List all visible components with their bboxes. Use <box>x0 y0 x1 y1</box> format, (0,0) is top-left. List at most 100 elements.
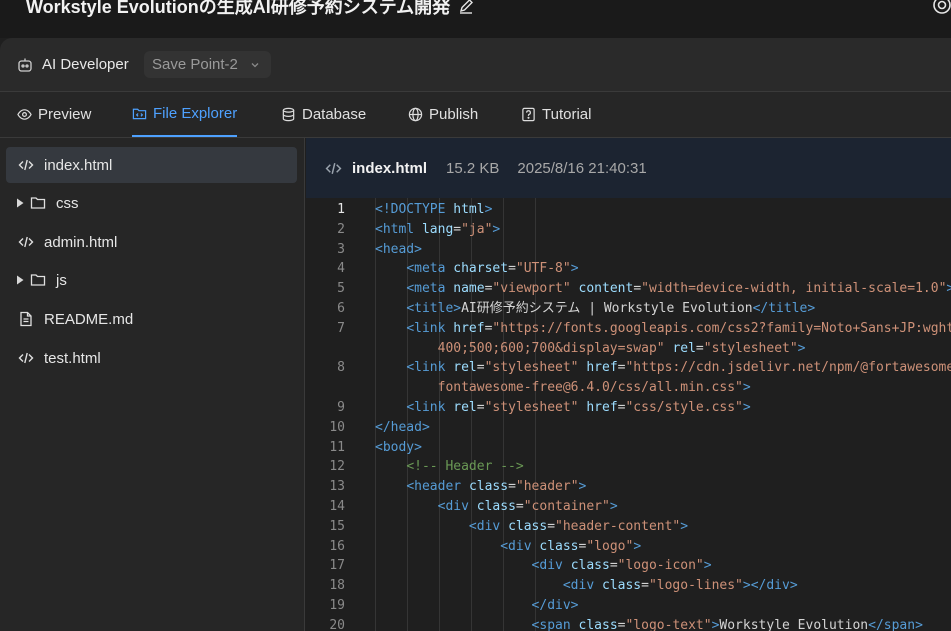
folder-icon <box>30 197 46 209</box>
code-token: <link <box>406 400 454 415</box>
code-content: <link href="https://fonts.googleapis.com… <box>375 319 951 339</box>
code-token: = <box>515 499 524 514</box>
tab-file-explorer[interactable]: File Explorer <box>132 92 238 137</box>
code-token: rel <box>672 340 696 356</box>
code-line[interactable]: 6 <title>AI研修予約システム | Workstyle Evolutio… <box>306 299 951 319</box>
code-token: <div <box>500 538 540 554</box>
code-token: > <box>578 479 587 495</box>
code-token: = <box>508 479 516 495</box>
tab-database[interactable]: Database <box>281 92 366 137</box>
code-line[interactable]: 2 <html lang="ja"> <box>306 220 951 240</box>
file-item-readme-md[interactable]: README.md <box>6 301 297 337</box>
code-content: <meta name="viewport" content="width=dev… <box>375 279 951 299</box>
code-content: <body> <box>375 438 422 458</box>
tab-preview[interactable]: Preview <box>17 92 91 137</box>
code-content: 400;500;600;700&display=swap" rel="style… <box>375 339 806 359</box>
code-line[interactable]: 8 <link rel="stylesheet" href="https://c… <box>306 358 951 378</box>
code-line[interactable]: 1 <!DOCTYPE html> <box>306 200 951 220</box>
code-line[interactable]: 400;500;600;700&display=swap" rel="style… <box>306 339 951 359</box>
code-token: <div <box>531 558 571 574</box>
code-token: > <box>484 202 493 217</box>
file-item-test-html[interactable]: test.html <box>6 340 297 376</box>
code-token: content <box>578 281 634 297</box>
code-file-icon <box>18 352 34 364</box>
line-number: 11 <box>329 439 345 455</box>
folder-icon <box>30 274 46 286</box>
code-line[interactable]: 4 <meta charset="UTF-8"> <box>306 259 951 279</box>
title-bar: Workstyle Evolutionの生成AI研修予約システム開発 <box>0 0 951 38</box>
code-line[interactable]: 15 <div class="header-content"> <box>306 517 951 537</box>
code-content: <link rel="stylesheet" href="https://cdn… <box>375 358 951 378</box>
code-line[interactable]: 10 </head> <box>306 418 951 438</box>
code-content: <title>AI研修予約システム | Workstyle Evolution<… <box>375 299 815 319</box>
code-content: <meta charset="UTF-8"> <box>375 259 578 279</box>
database-icon <box>282 107 295 122</box>
code-token: name <box>453 281 485 297</box>
editor-file-modified: 2025/8/16 21:40:31 <box>517 159 647 177</box>
tab-tutorial[interactable]: Tutorial <box>521 92 591 137</box>
code-line[interactable]: 5 <meta name="viewport" content="width=d… <box>306 279 951 299</box>
code-editor[interactable]: 1 <!DOCTYPE html> 2 <html lang="ja"> 3 <head>… <box>306 198 951 631</box>
line-number: 2 <box>337 221 345 237</box>
code-content: <!-- Header --> <box>375 457 523 477</box>
tab-publish[interactable]: Publish <box>408 92 478 137</box>
line-number: 8 <box>337 360 345 376</box>
code-line[interactable]: 9 <link rel="stylesheet" href="css/style… <box>306 398 951 418</box>
agent-selector[interactable]: AI Developer <box>17 56 129 73</box>
code-token: > <box>492 221 501 237</box>
code-token: = <box>453 221 462 237</box>
editor-file-size: 15.2 KB <box>446 159 500 177</box>
code-line[interactable]: 16 <div class="logo"> <box>306 537 951 557</box>
code-line[interactable]: 19 </div> <box>306 596 951 616</box>
code-token: = <box>508 261 516 277</box>
code-token: "container" <box>523 499 610 514</box>
code-line[interactable]: 18 <div class="logo-lines"></div> <box>306 576 951 596</box>
folder-item-css[interactable]: css <box>6 185 297 221</box>
code-content: <div class="logo-lines"></div> <box>375 576 798 596</box>
code-line[interactable]: 12 <!-- Header --> <box>306 457 951 477</box>
code-content: <div class="container"> <box>375 497 618 517</box>
code-line[interactable]: 3 <head> <box>306 240 951 260</box>
code-token: <header <box>406 479 469 495</box>
code-line[interactable]: 20 <span class="logo-text">Workstyle Evo… <box>306 616 951 631</box>
line-number: 4 <box>337 261 345 277</box>
caret-right-icon <box>17 198 24 208</box>
code-token: 400;500;600;700&display=swap" <box>437 340 665 356</box>
code-token: </head> <box>375 419 430 435</box>
code-line[interactable]: 11 <body> <box>306 438 951 458</box>
save-point-dropdown[interactable]: Save Point-2 <box>144 51 271 78</box>
edit-pencil-icon[interactable] <box>458 0 474 14</box>
code-token: </span> <box>868 617 923 631</box>
code-token: href <box>586 360 618 376</box>
code-token: = <box>609 558 618 574</box>
code-token: "https://fonts.googleapis.com/css2?famil… <box>492 320 951 336</box>
tab-preview-label: Preview <box>38 106 92 123</box>
code-line[interactable]: 17 <div class="logo-icon"> <box>306 556 951 576</box>
folder-item-js[interactable]: js <box>6 262 297 298</box>
file-label: test.html <box>44 349 101 367</box>
code-content: <html lang="ja"> <box>375 220 500 240</box>
code-line[interactable]: 14 <div class="container"> <box>306 497 951 517</box>
code-token: </title> <box>752 301 816 316</box>
line-number: 12 <box>329 459 345 475</box>
code-line[interactable]: 7 <link href="https://fonts.googleapis.c… <box>306 319 951 339</box>
code-line[interactable]: 13 <header class="header"> <box>306 477 951 497</box>
project-title: Workstyle Evolutionの生成AI研修予約システム開発 <box>26 0 474 19</box>
file-explorer-sidebar: index.html css admin.html js README.md t… <box>0 138 305 631</box>
code-token: "ja" <box>461 221 493 237</box>
tab-database-label: Database <box>302 106 367 123</box>
code-token: = <box>547 518 556 534</box>
code-line[interactable]: fontawesome-free@6.4.0/css/all.min.css"> <box>306 378 951 398</box>
file-item-admin-html[interactable]: admin.html <box>6 224 297 260</box>
settings-icon[interactable] <box>931 0 951 16</box>
line-number: 16 <box>329 538 345 554</box>
robot-icon <box>18 58 32 72</box>
line-number: 20 <box>329 617 345 631</box>
code-token: "logo" <box>586 538 634 554</box>
file-item-index-html[interactable]: index.html <box>6 147 297 183</box>
